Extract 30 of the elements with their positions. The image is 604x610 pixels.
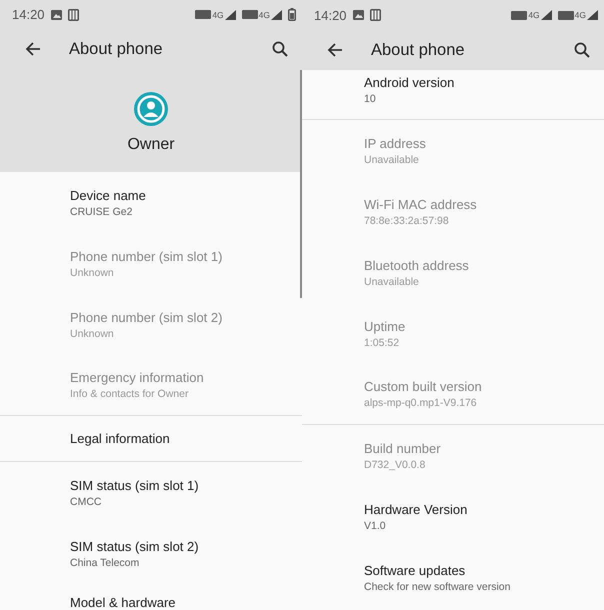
signal-icon (224, 10, 236, 20)
settings-item[interactable]: SIM status (sim slot 2) China Telecom (0, 523, 302, 584)
status-time: 14:20 (12, 7, 45, 22)
screen-title: About phone (371, 40, 465, 60)
sim-card-icon (370, 9, 381, 21)
status-time: 14:20 (314, 8, 347, 22)
signal-icon (540, 10, 552, 20)
signal-icon (271, 10, 282, 20)
network-type: 4G (258, 10, 270, 20)
owner-name: Owner (127, 136, 175, 154)
search-icon[interactable] (272, 41, 288, 58)
image-icon (50, 10, 62, 20)
back-arrow-icon[interactable] (25, 41, 41, 58)
image-icon (352, 10, 364, 20)
settings-item[interactable]: SIM status (sim slot 1) CMCC (0, 462, 302, 524)
signal-icon (587, 10, 598, 20)
battery-icon (288, 8, 296, 22)
network-type: 4G (574, 10, 586, 20)
back-arrow-icon[interactable] (327, 42, 343, 58)
account-icon (134, 92, 168, 126)
settings-item[interactable]: Model & hardware (0, 584, 302, 610)
settings-item[interactable]: Device name CRUISE Ge2 (0, 172, 302, 234)
settings-item[interactable]: Hardware Version V1.0 (302, 486, 604, 547)
settings-item[interactable]: Software updates Check for new software version (302, 547, 604, 608)
sim-card-icon (68, 8, 79, 21)
network-type: 4G (528, 10, 540, 20)
search-icon[interactable] (574, 42, 590, 58)
screen-title: About phone (69, 40, 163, 59)
network-type: 4G (212, 10, 224, 20)
settings-item[interactable]: Android version 10 (302, 70, 604, 120)
